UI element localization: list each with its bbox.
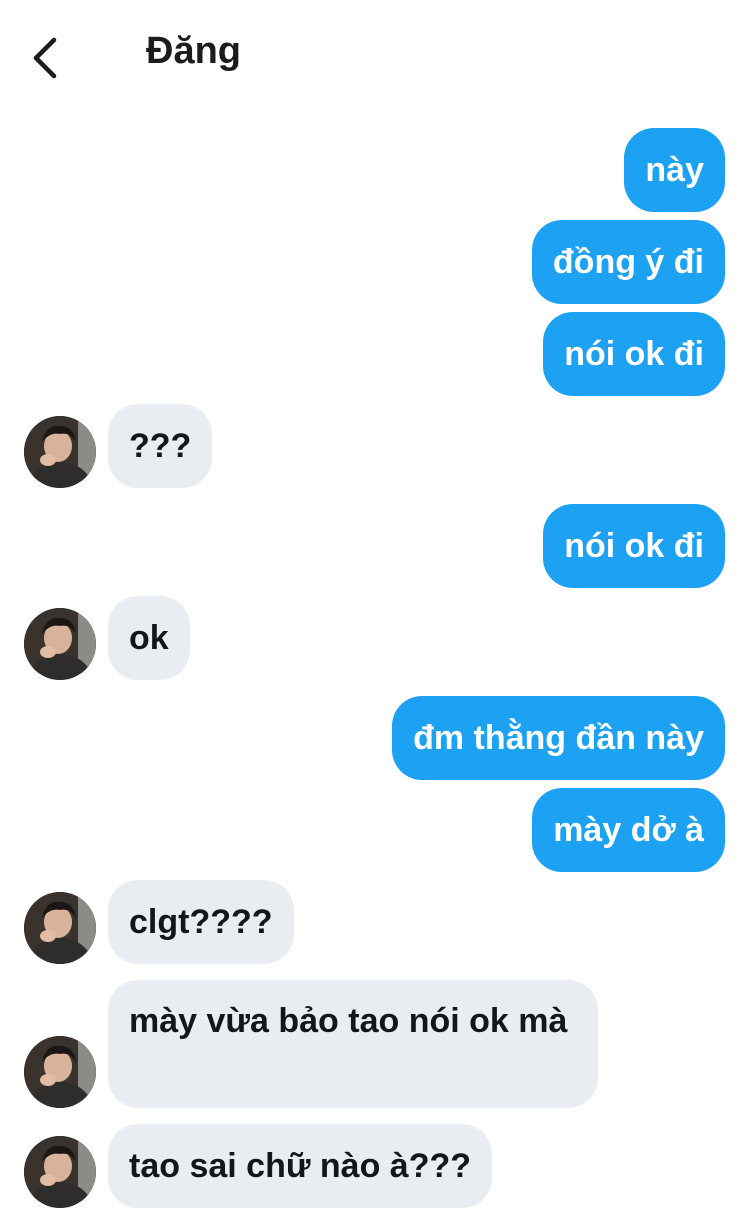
contact-avatar[interactable] [24, 608, 96, 680]
message-incoming[interactable]: ok [108, 596, 190, 680]
avatar-photo-icon [24, 1036, 96, 1108]
message-incoming[interactable]: clgt???? [108, 880, 294, 964]
contact-avatar[interactable] [24, 1036, 96, 1108]
avatar-photo-icon [24, 608, 96, 680]
chevron-left-icon [33, 37, 57, 79]
message-text: tao sai chữ nào à??? [129, 1146, 472, 1185]
message-text: ??? [129, 426, 192, 465]
message-outgoing[interactable]: đm thằng đần này [392, 696, 725, 780]
message-text: mày dở à [553, 810, 704, 849]
message-outgoing[interactable]: đồng ý đi [531, 220, 725, 304]
message-outgoing[interactable]: nói ok đi [543, 312, 725, 396]
message-text: mày vừa bảo tao nói ok mà [129, 1002, 568, 1040]
message-incoming[interactable]: tao sai chữ nào à??? [108, 1124, 493, 1208]
message-text: này [645, 150, 704, 189]
avatar-photo-icon [24, 416, 96, 488]
message-text: ok [129, 618, 169, 657]
chat-header: Đăng [0, 0, 750, 110]
back-button[interactable] [28, 34, 68, 82]
message-outgoing[interactable]: nói ok đi [543, 504, 725, 588]
message-outgoing[interactable]: mày dở à [532, 788, 725, 872]
conversation-title: Đăng [146, 30, 241, 72]
avatar-photo-icon [24, 892, 96, 964]
message-incoming[interactable]: mày vừa bảo tao nói ok mà [108, 980, 598, 1108]
contact-avatar[interactable] [24, 1136, 96, 1208]
contact-avatar[interactable] [24, 892, 96, 964]
message-text: đm thằng đần này [413, 718, 704, 757]
message-outgoing[interactable]: này [624, 128, 725, 212]
message-text: đồng ý đi [552, 242, 704, 281]
message-text: nói ok đi [564, 526, 704, 565]
message-incoming[interactable]: ??? [108, 404, 213, 488]
avatar-photo-icon [24, 1136, 96, 1208]
contact-avatar[interactable] [24, 416, 96, 488]
message-text: clgt???? [129, 902, 273, 941]
message-text: nói ok đi [564, 334, 704, 373]
